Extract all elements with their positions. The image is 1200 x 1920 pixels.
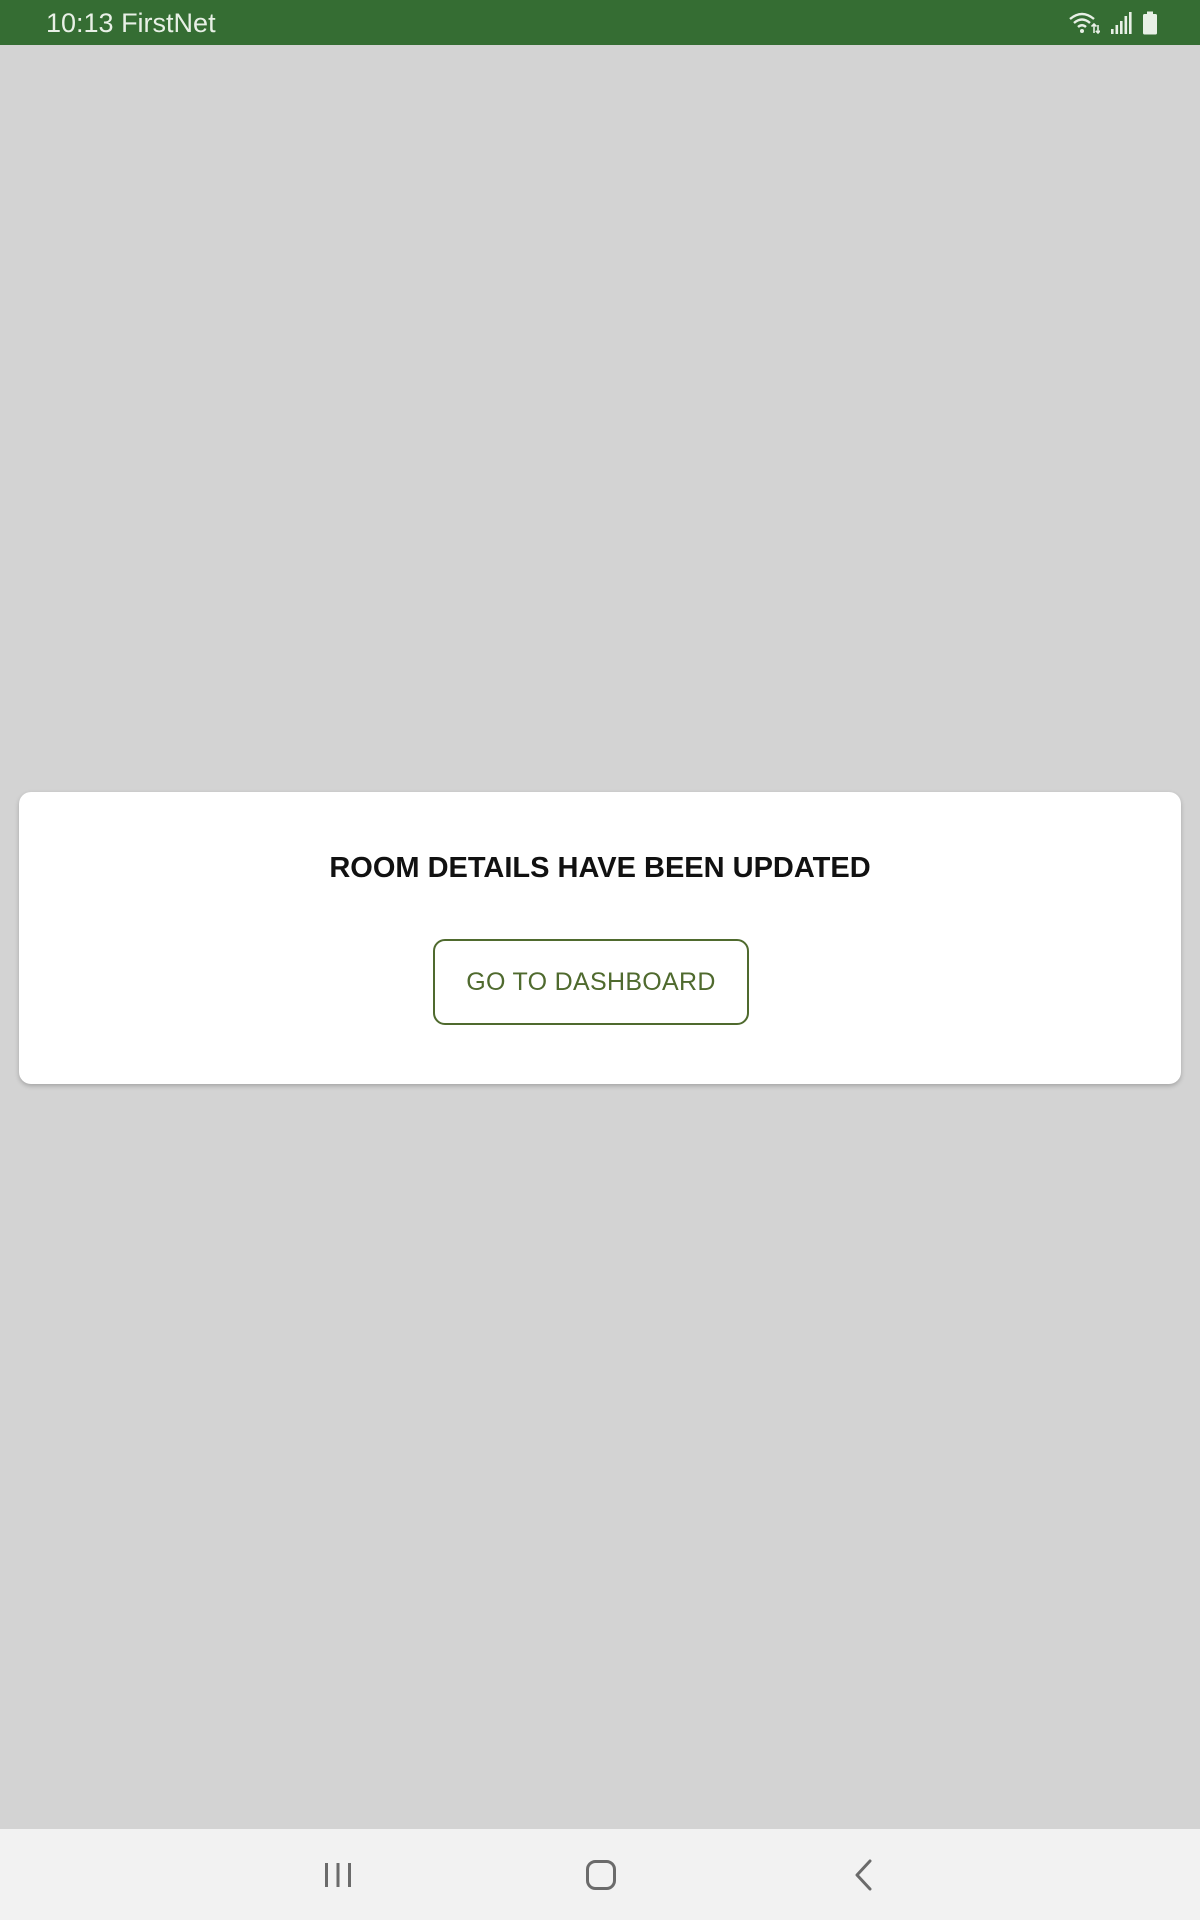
- signal-icon: [1110, 11, 1132, 35]
- status-icons: [1068, 9, 1158, 37]
- update-confirmation-dialog: ROOM DETAILS HAVE BEEN UPDATED GO TO DAS…: [19, 792, 1181, 1084]
- go-to-dashboard-button[interactable]: GO TO DASHBOARD: [433, 939, 749, 1025]
- recent-apps-icon[interactable]: [308, 1851, 368, 1899]
- wifi-icon: [1068, 11, 1100, 35]
- dialog-message: ROOM DETAILS HAVE BEEN UPDATED: [329, 852, 871, 884]
- navigation-bar: [0, 1829, 1200, 1920]
- back-icon[interactable]: [834, 1851, 894, 1899]
- status-bar: 10:13 FirstNet: [0, 0, 1200, 45]
- home-icon[interactable]: [571, 1851, 631, 1899]
- battery-icon: [1142, 11, 1158, 35]
- status-time-carrier: 10:13 FirstNet: [46, 8, 216, 38]
